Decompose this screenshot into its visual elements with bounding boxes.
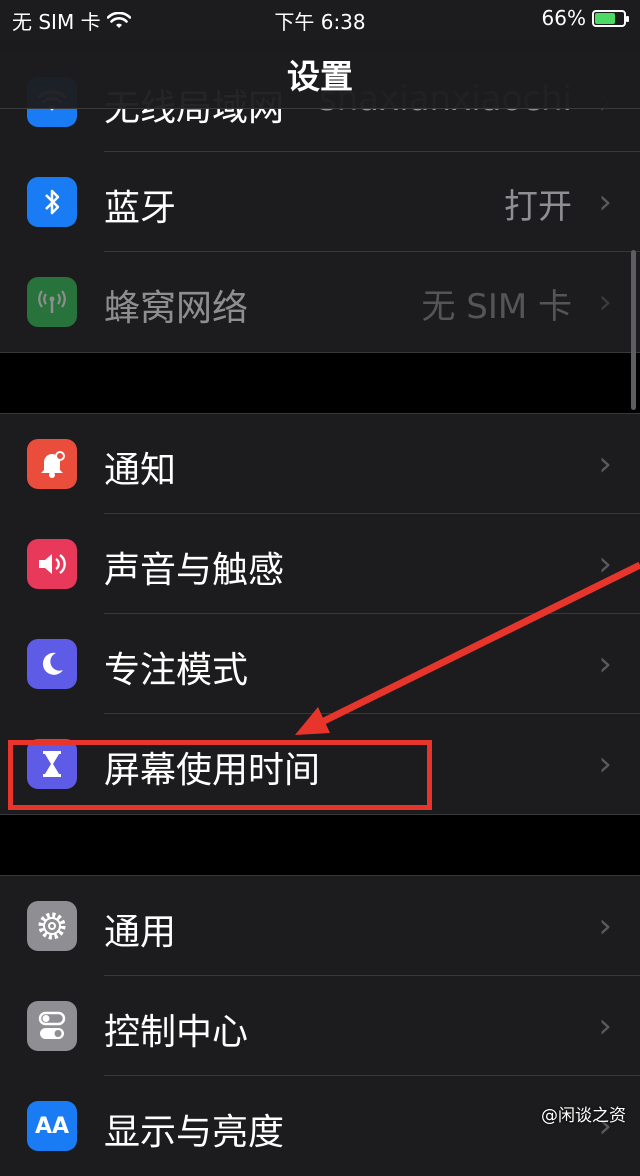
annotation-arrow	[295, 561, 640, 735]
battery-icon	[592, 9, 629, 27]
watermark: @闲谈之资	[541, 1106, 626, 1126]
battery-percent: 66%	[541, 6, 586, 30]
page-title: 设置	[287, 57, 353, 96]
navigation-bar: 设置	[0, 40, 640, 109]
annotation-highlight-box	[8, 740, 432, 810]
battery-indicator: 66%	[541, 6, 629, 30]
status-bar: 无 SIM 卡 下午 6:38 66%	[0, 0, 640, 40]
